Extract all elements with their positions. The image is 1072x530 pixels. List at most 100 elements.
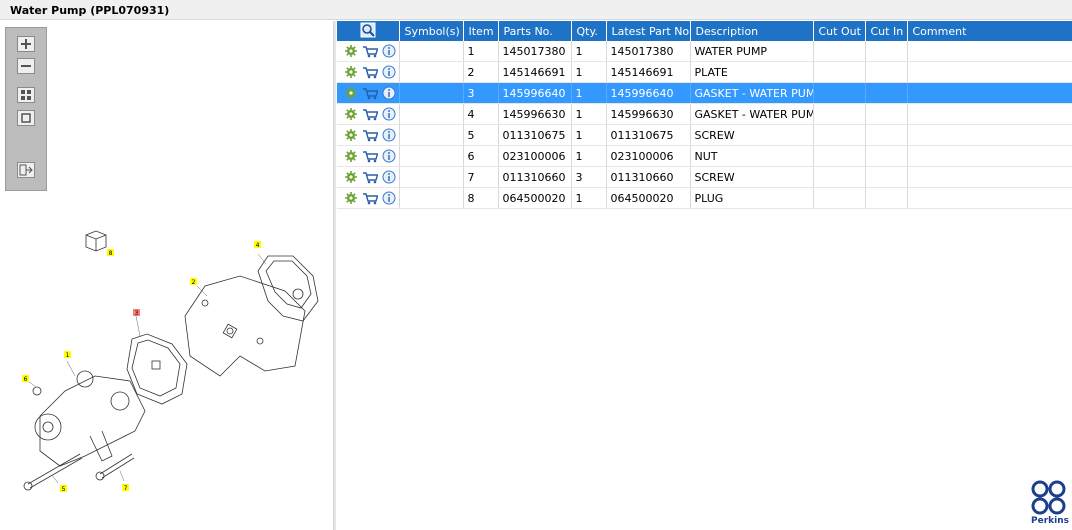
exploded-parts-drawing[interactable]: 1 2 3 4 5 6 7 8 — [0, 191, 334, 511]
cut-out-cell — [813, 103, 866, 125]
column-header-item[interactable]: Item — [463, 21, 499, 41]
gear-icon[interactable] — [343, 107, 359, 121]
gear-icon[interactable] — [343, 191, 359, 205]
callout-5[interactable]: 5 — [62, 486, 66, 493]
table-row[interactable]: 6 023100006 1 023100006 NUT — [337, 145, 1072, 167]
parts-no-cell: 064500020 — [498, 187, 572, 209]
table-row[interactable]: 5 011310675 1 011310675 SCREW — [337, 124, 1072, 146]
square-icon — [21, 113, 31, 123]
cart-icon[interactable] — [362, 170, 378, 184]
fit-all-button[interactable] — [17, 87, 35, 103]
item-cell: 2 — [463, 61, 499, 83]
zoom-out-button[interactable] — [17, 58, 35, 74]
comment-cell — [907, 82, 1072, 104]
callout-8[interactable]: 8 — [109, 250, 113, 257]
cut-in-cell — [865, 103, 908, 125]
pane-splitter[interactable] — [334, 21, 336, 530]
info-icon[interactable] — [381, 65, 397, 79]
callout-2[interactable]: 2 — [192, 279, 196, 286]
drawing-pane[interactable]: 1 2 3 4 5 6 7 8 — [0, 21, 334, 530]
info-icon[interactable] — [381, 107, 397, 121]
minus-icon — [21, 65, 31, 67]
column-header-qty[interactable]: Qty. — [571, 21, 607, 41]
comment-cell — [907, 61, 1072, 83]
cut-in-cell — [865, 41, 908, 62]
cart-icon[interactable] — [362, 128, 378, 142]
cart-icon[interactable] — [362, 44, 378, 58]
callout-7[interactable]: 7 — [124, 485, 128, 492]
description-cell: PLATE — [690, 61, 814, 83]
zoom-in-button[interactable] — [17, 36, 35, 52]
description-cell: WATER PUMP — [690, 41, 814, 62]
callout-1[interactable]: 1 — [66, 352, 70, 359]
drawing-toolbox — [5, 27, 47, 191]
callout-6[interactable]: 6 — [24, 376, 28, 383]
table-row[interactable]: 3 145996640 1 145996640 GASKET - WATER PUMP — [337, 82, 1072, 104]
symbols-cell — [399, 124, 464, 146]
symbols-cell — [399, 61, 464, 83]
info-icon[interactable] — [381, 170, 397, 184]
info-icon[interactable] — [381, 191, 397, 205]
cut-out-cell — [813, 145, 866, 167]
fit-window-button[interactable] — [17, 110, 35, 126]
gasket-4 — [257, 255, 319, 322]
qty-cell: 1 — [571, 124, 607, 146]
callout-4[interactable]: 4 — [256, 242, 260, 249]
cut-in-cell — [865, 124, 908, 146]
window-title: Water Pump (PPL070931) — [10, 4, 170, 17]
parts-no-cell: 145996630 — [498, 103, 572, 125]
column-header-comment[interactable]: Comment — [907, 21, 1072, 41]
column-header-parts-no[interactable]: Parts No. — [498, 21, 572, 41]
table-row[interactable]: 4 145996630 1 145996630 GASKET - WATER PUMP — [337, 103, 1072, 125]
qty-cell: 3 — [571, 166, 607, 188]
item-cell: 5 — [463, 124, 499, 146]
parts-table: Symbol(s) Item Parts No. Qty. Latest Par… — [337, 21, 1072, 209]
column-header-cut-out[interactable]: Cut Out — [813, 21, 866, 41]
cart-icon[interactable] — [362, 191, 378, 205]
item-cell: 7 — [463, 166, 499, 188]
logo-text: Perkins — [1031, 516, 1069, 526]
qty-cell: 1 — [571, 103, 607, 125]
column-header-latest-part-no[interactable]: Latest Part No. — [606, 21, 691, 41]
row-actions — [337, 61, 400, 83]
gear-icon[interactable] — [343, 128, 359, 142]
table-row[interactable]: 7 011310660 3 011310660 SCREW — [337, 166, 1072, 188]
cut-in-cell — [865, 166, 908, 188]
export-button[interactable] — [17, 162, 35, 178]
description-cell: PLUG — [690, 187, 814, 209]
symbols-cell — [399, 166, 464, 188]
latest-part-no-cell: 145996630 — [606, 103, 691, 125]
column-header-cut-in[interactable]: Cut In — [865, 21, 908, 41]
table-row[interactable]: 1 145017380 1 145017380 WATER PUMP — [337, 41, 1072, 62]
gear-icon[interactable] — [343, 170, 359, 184]
cut-out-cell — [813, 187, 866, 209]
column-header-description[interactable]: Description — [690, 21, 814, 41]
info-icon[interactable] — [381, 128, 397, 142]
item-cell: 3 — [463, 82, 499, 104]
parts-no-cell: 145017380 — [498, 41, 572, 62]
gear-icon[interactable] — [343, 44, 359, 58]
table-row[interactable]: 2 145146691 1 145146691 PLATE — [337, 61, 1072, 83]
column-header-symbols[interactable]: Symbol(s) — [399, 21, 464, 41]
gear-icon[interactable] — [343, 65, 359, 79]
info-icon[interactable] — [381, 44, 397, 58]
info-icon[interactable] — [381, 149, 397, 163]
gear-icon[interactable] — [343, 149, 359, 163]
cart-icon[interactable] — [362, 149, 378, 163]
gear-icon[interactable] — [343, 86, 359, 100]
callout-3[interactable]: 3 — [135, 310, 139, 317]
description-cell: GASKET - WATER PUMP — [690, 82, 814, 104]
column-header-tools[interactable] — [337, 21, 400, 41]
row-actions — [337, 124, 400, 146]
info-icon[interactable] — [381, 86, 397, 100]
description-cell: NUT — [690, 145, 814, 167]
cart-icon[interactable] — [362, 65, 378, 79]
cart-icon[interactable] — [362, 86, 378, 100]
cart-icon[interactable] — [362, 107, 378, 121]
parts-no-cell: 011310675 — [498, 124, 572, 146]
cut-out-cell — [813, 82, 866, 104]
latest-part-no-cell: 145996640 — [606, 82, 691, 104]
table-row[interactable]: 8 064500020 1 064500020 PLUG — [337, 187, 1072, 209]
latest-part-no-cell: 145146691 — [606, 61, 691, 83]
row-actions — [337, 166, 400, 188]
